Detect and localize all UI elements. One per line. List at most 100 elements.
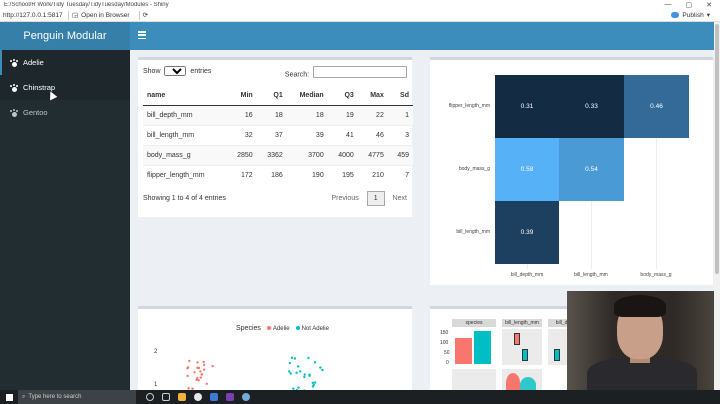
- panel-strip: bill_length_mm: [502, 319, 542, 327]
- sidebar-item-gentoo[interactable]: Gentoo: [0, 100, 130, 125]
- table-cell: 3700: [286, 144, 328, 165]
- correlation-heatmap: 0.31 0.33 0.46 0.58 0.54 0.39 flipper_le…: [430, 57, 713, 285]
- file-explorer-icon[interactable]: [178, 393, 186, 401]
- taskbar-search[interactable]: ⌕ Type here to search: [18, 390, 136, 404]
- publish-button[interactable]: Publish ▾: [671, 11, 710, 19]
- y-tick-label: 50: [444, 350, 450, 356]
- table-info: Showing 1 to 4 of 4 entries: [143, 194, 226, 202]
- paw-icon: [10, 58, 18, 67]
- column-header[interactable]: Max: [357, 85, 388, 106]
- paw-icon: [10, 83, 18, 92]
- sidebar-item-label: Adelie: [23, 58, 44, 67]
- scatter-point: [186, 374, 189, 378]
- sidebar: Adelie Chinstrap Gentoo: [0, 50, 130, 390]
- cortana-icon[interactable]: [146, 393, 154, 401]
- close-icon[interactable]: ✕: [706, 1, 712, 9]
- y-tick-label: 150: [440, 330, 449, 336]
- x-axis-label: body_mass_g: [640, 272, 672, 278]
- sidebar-toggle-icon[interactable]: [138, 31, 146, 40]
- column-header[interactable]: Q1: [256, 85, 287, 106]
- table-cell: 1: [387, 104, 413, 125]
- column-header[interactable]: Q3: [327, 85, 358, 106]
- table-row: bill_depth_mm 16 18 18 19 22 1: [143, 104, 413, 125]
- scatter-point: [321, 368, 324, 372]
- scatter-point: [299, 370, 302, 373]
- chrome-icon[interactable]: [194, 393, 202, 401]
- windows-icon: [5, 393, 13, 401]
- heatmap-cell: 0.46: [624, 75, 689, 138]
- scatter-point: [297, 386, 300, 389]
- boxplot-box: [554, 349, 560, 361]
- bar-not-adelie: [474, 331, 491, 364]
- bar-adelie: [455, 338, 472, 364]
- scatter-point: [288, 370, 291, 373]
- table-cell: 195: [327, 164, 358, 185]
- table-cell: 190: [286, 164, 328, 185]
- table-row: body_mass_g 2850 3362 3700 4000 4775 459: [143, 144, 413, 165]
- show-label: Show: [143, 68, 161, 75]
- sidebar-item-chinstrap[interactable]: Chinstrap: [0, 75, 130, 100]
- windows-taskbar: ⌕ Type here to search: [0, 390, 720, 404]
- browser-icon: ◲: [72, 12, 79, 19]
- onenote-icon[interactable]: [226, 393, 234, 401]
- legend-dot: [295, 325, 300, 330]
- taskbar-search-placeholder: Type here to search: [28, 394, 82, 400]
- scatter-point: [308, 374, 311, 377]
- table-cell: 18: [256, 104, 287, 125]
- scatter-point: [193, 371, 196, 374]
- app-brand: Penguin Modular: [0, 22, 130, 50]
- refresh-button[interactable]: ⟳: [143, 11, 148, 19]
- scatter-point: [188, 359, 191, 363]
- y-axis-label: flipper_length_mm: [448, 103, 490, 109]
- summary-table: name Min Q1 Median Q3 Max Sd bill_depth_…: [143, 85, 413, 185]
- y-axis-label: bill_length_mm: [456, 229, 490, 235]
- table-cell: 7: [387, 164, 413, 185]
- legend-item: Adelie: [266, 325, 290, 332]
- column-header[interactable]: Median: [286, 85, 328, 106]
- start-button[interactable]: [0, 393, 18, 401]
- task-view-icon[interactable]: [162, 393, 170, 401]
- publish-label: Publish: [682, 11, 704, 19]
- sidebar-item-adelie[interactable]: Adelie: [0, 50, 130, 75]
- entries-select[interactable]: 10: [164, 66, 187, 76]
- cell-value: 0.31: [520, 103, 534, 110]
- column-header[interactable]: Sd: [387, 85, 413, 106]
- window-titlebar: E:/School/R Work/Tidy Tuesday/TidyTuesda…: [0, 0, 720, 9]
- y-tick-label: 1: [154, 382, 158, 388]
- minimize-icon[interactable]: —: [665, 1, 672, 9]
- top-navbar: [130, 22, 714, 50]
- scrollbar-thumb[interactable]: [715, 24, 719, 274]
- rstudio-icon[interactable]: [242, 393, 250, 401]
- taskbar-apps: [146, 393, 250, 401]
- entries-label: entries: [190, 68, 212, 75]
- table-cell: 46: [357, 124, 388, 145]
- previous-button[interactable]: Previous: [331, 195, 358, 202]
- column-header[interactable]: name: [143, 85, 227, 106]
- scatter-legend: Species Adelie Not Adelie: [236, 325, 329, 332]
- scatter-point: [202, 360, 205, 364]
- scatter-plot-box: Species Adelie Not Adelie 2 1: [138, 306, 412, 398]
- page-scrollbar[interactable]: [714, 22, 720, 390]
- scatter-point: [295, 371, 298, 374]
- app-icon[interactable]: [210, 393, 218, 401]
- separator: [138, 10, 140, 20]
- paw-icon: [10, 108, 18, 117]
- scatter-point: [297, 365, 300, 368]
- table-cell: 39: [286, 124, 328, 145]
- open-in-browser-button[interactable]: ◲ Open in Browser: [72, 11, 130, 20]
- maximize-icon[interactable]: ▢: [686, 1, 693, 9]
- next-button[interactable]: Next: [393, 195, 407, 202]
- page-button[interactable]: 1: [366, 190, 385, 206]
- boxplot-box: [522, 349, 528, 361]
- column-header[interactable]: Min: [226, 85, 257, 106]
- y-tick-label: 0: [446, 360, 449, 366]
- scatter-point: [199, 370, 202, 373]
- cell-value: 0.46: [650, 103, 663, 110]
- scatter-point: [200, 373, 204, 376]
- y-tick-label: 100: [440, 340, 449, 346]
- search-input[interactable]: [313, 66, 407, 78]
- search-icon: ⌕: [22, 393, 26, 400]
- heatmap-cell: 0.33: [559, 75, 624, 138]
- table-cell: 210: [357, 164, 388, 185]
- table-cell: 172: [226, 164, 257, 185]
